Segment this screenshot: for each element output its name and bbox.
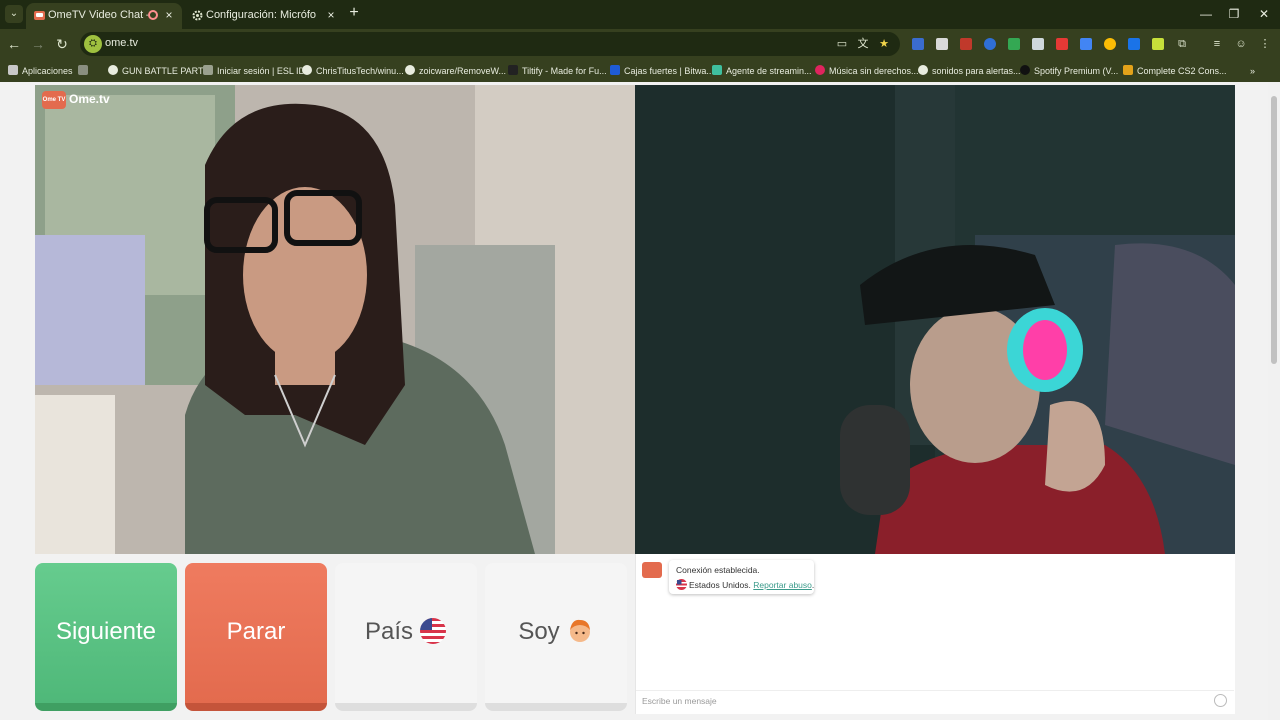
ometv-logo-badge: Ome TV xyxy=(42,91,66,109)
system-message: Conexión establecida. Estados Unidos. Re… xyxy=(669,560,814,594)
stranger-video-frame xyxy=(35,85,635,554)
bookmark-item[interactable]: Agente de streamin... xyxy=(712,63,812,79)
extension-icon[interactable] xyxy=(1056,38,1068,50)
apps-grid-icon xyxy=(8,65,18,75)
stop-button[interactable]: Parar xyxy=(185,563,327,711)
stranger-video: Ome TV Ome.tv xyxy=(35,85,635,554)
menu-kebab-icon[interactable]: ⋮ xyxy=(1258,37,1272,51)
site-info-icon[interactable]: ⛭ xyxy=(84,35,102,53)
page-scrollbar[interactable] xyxy=(1268,82,1280,720)
extension-icon[interactable] xyxy=(984,38,996,50)
bookmark-item[interactable]: ChrisTitusTech/winu... xyxy=(302,63,404,79)
connection-status: Conexión establecida. xyxy=(676,565,760,575)
us-flag-icon xyxy=(676,579,687,590)
translate-extension-icon[interactable] xyxy=(1080,38,1092,50)
reading-list-icon[interactable]: ≡ xyxy=(1210,37,1224,51)
bookmark-item[interactable]: Complete CS2 Cons... xyxy=(1123,63,1227,79)
report-abuse-link[interactable]: Reportar abuso xyxy=(753,580,812,590)
country-button[interactable]: País xyxy=(335,563,477,711)
new-tab-button[interactable]: + xyxy=(346,5,362,21)
globe-icon xyxy=(108,65,118,75)
extension-icon[interactable] xyxy=(960,38,972,50)
address-bar[interactable]: ⛭ ome.tv ▭ 文 ★ xyxy=(80,32,900,56)
tab-ometv[interactable]: OmeTV Video Chat — Ome × xyxy=(26,3,182,29)
close-tab-icon[interactable]: × xyxy=(162,8,176,22)
github-icon xyxy=(405,65,415,75)
bookmark-item[interactable]: Cajas fuertes | Bitwa... xyxy=(610,63,714,79)
drive-icon[interactable] xyxy=(1008,38,1020,50)
bookmark-item[interactable]: Iniciar sesión | ESL ID xyxy=(203,63,305,79)
self-camera-video xyxy=(635,85,1235,554)
bookmark-item[interactable]: Música sin derechos... xyxy=(815,63,919,79)
tab-title: OmeTV Video Chat — Ome xyxy=(48,9,148,21)
more-bookmarks-icon[interactable]: » xyxy=(1250,63,1255,79)
self-camera-frame xyxy=(635,85,1235,554)
bookmark-grid-icon[interactable] xyxy=(78,63,92,79)
tab-microphone-settings[interactable]: Configuración: Micrófono × xyxy=(184,3,344,29)
bookmark-item[interactable]: sonidos para alertas... xyxy=(918,63,1021,79)
gear-icon xyxy=(192,10,203,21)
message-input[interactable]: Escribe un mensaje xyxy=(636,690,1234,710)
profile-avatar-icon[interactable]: ☺ xyxy=(1234,37,1248,51)
extension-icon[interactable] xyxy=(1128,38,1140,50)
google-icon xyxy=(918,65,928,75)
boy-emoji-icon xyxy=(569,619,590,642)
music-icon xyxy=(815,65,825,75)
extension-icon[interactable] xyxy=(1152,38,1164,50)
bookmark-item[interactable]: zoicware/RemoveW... xyxy=(405,63,506,79)
restore-icon[interactable]: ❐ xyxy=(1226,6,1242,22)
browser-toolbar: ← → ↻ ⛭ ome.tv ▭ 文 ★ ⧉ ≡ ☺ ⋮ xyxy=(0,29,1280,59)
emoji-picker-icon[interactable] xyxy=(1214,694,1227,707)
bookmark-t-icon xyxy=(1123,65,1133,75)
shield-icon[interactable] xyxy=(1032,38,1044,50)
bookmark-apps[interactable]: Aplicaciones xyxy=(8,63,73,79)
extension-icon[interactable] xyxy=(912,38,924,50)
translate-icon[interactable]: 文 xyxy=(856,37,870,51)
cast-icon[interactable]: ▭ xyxy=(835,37,849,51)
tab-strip: ⌄ OmeTV Video Chat — Ome × Configuración… xyxy=(0,0,1280,29)
esl-icon xyxy=(203,65,213,75)
bookmarks-bar: Aplicaciones GUN BATTLE PARTY Iniciar se… xyxy=(0,59,1280,82)
minimize-icon[interactable]: — xyxy=(1198,6,1214,22)
chrome-extension-icon[interactable] xyxy=(1104,38,1116,50)
close-window-icon[interactable]: ✕ xyxy=(1256,6,1272,22)
close-tab-icon[interactable]: × xyxy=(324,8,338,22)
us-flag-icon xyxy=(420,618,447,644)
ometv-favicon-icon xyxy=(34,11,45,20)
tiltify-icon xyxy=(508,65,518,75)
tab-search-chevron-icon[interactable]: ⌄ xyxy=(5,5,23,23)
chat-panel: Conexión establecida. Estados Unidos. Re… xyxy=(635,554,1235,714)
forward-arrow-icon[interactable]: → xyxy=(29,35,47,53)
recording-indicator-icon xyxy=(148,10,158,20)
ometv-chat-avatar-icon xyxy=(642,562,662,578)
scrollbar-thumb[interactable] xyxy=(1271,96,1277,364)
streamlabs-icon xyxy=(712,65,722,75)
gender-button[interactable]: Soy xyxy=(485,563,627,711)
next-button[interactable]: Siguiente xyxy=(35,563,177,711)
back-arrow-icon[interactable]: ← xyxy=(5,35,23,53)
extension-icon[interactable] xyxy=(936,38,948,50)
ometv-logo: Ome TV Ome.tv xyxy=(42,91,110,111)
reload-icon[interactable]: ↻ xyxy=(53,35,71,53)
ometv-page: Ome TV Ome.tv Siguiente Parar País Soy C… xyxy=(0,82,1280,720)
tab-title: Configuración: Micrófono xyxy=(206,9,316,21)
spotify-icon xyxy=(1020,65,1030,75)
country-line: Estados Unidos. Reportar abuso. xyxy=(676,579,814,590)
bookmark-star-icon[interactable]: ★ xyxy=(877,37,891,51)
bookmark-item[interactable]: Tiltify - Made for Fu... xyxy=(508,63,607,79)
extensions-puzzle-icon[interactable]: ⧉ xyxy=(1175,37,1189,51)
github-icon xyxy=(302,65,312,75)
url-text: ome.tv xyxy=(105,37,139,49)
bookmark-item[interactable]: GUN BATTLE PARTY xyxy=(108,63,210,79)
bookmark-item[interactable]: Spotify Premium (V... xyxy=(1020,63,1118,79)
bitwarden-icon xyxy=(610,65,620,75)
partner-country: Estados Unidos. xyxy=(689,580,751,590)
